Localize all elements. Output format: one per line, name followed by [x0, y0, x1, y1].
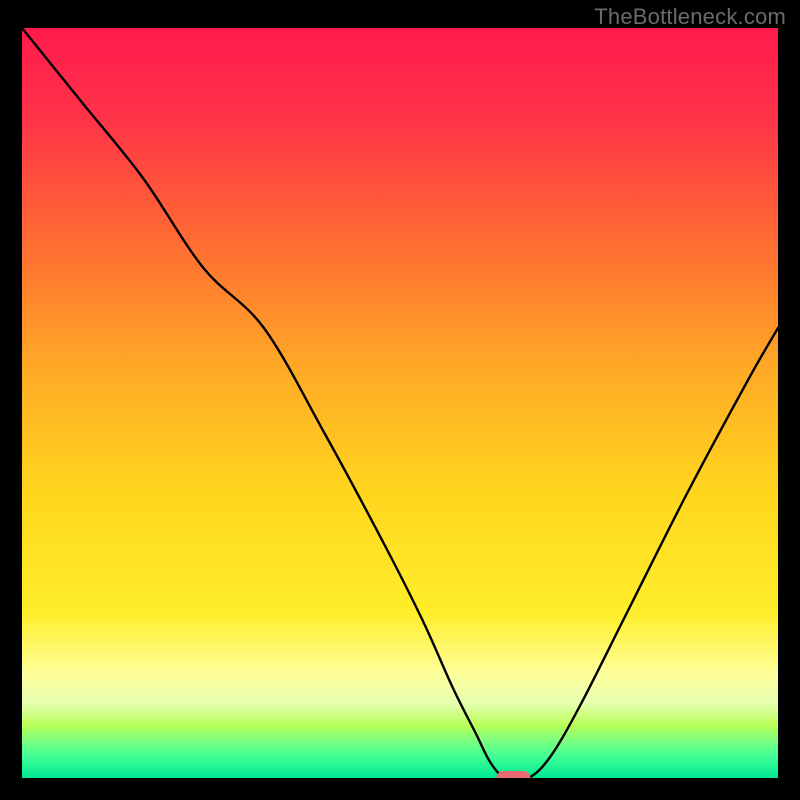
- optimal-marker: [496, 771, 530, 778]
- chart-gradient-background: [22, 28, 778, 778]
- chart-plot-area: [22, 28, 778, 778]
- watermark-text: TheBottleneck.com: [594, 4, 786, 30]
- chart-frame: TheBottleneck.com: [0, 0, 800, 800]
- chart-svg: [22, 28, 778, 778]
